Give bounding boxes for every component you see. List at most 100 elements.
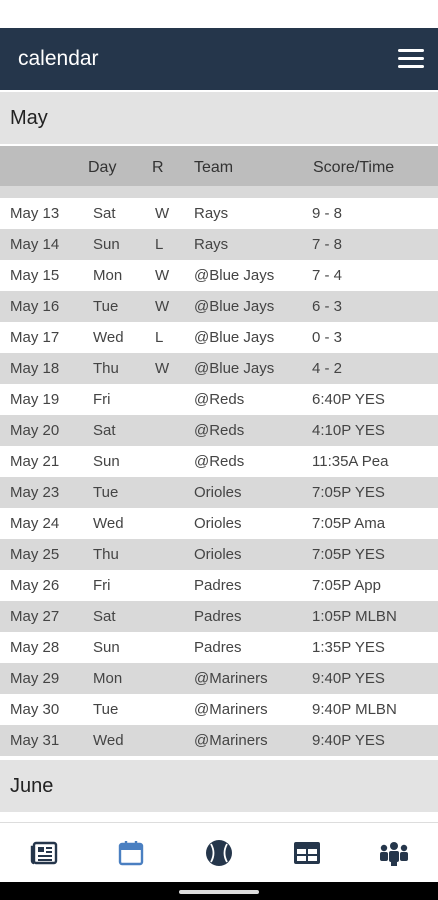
game-result: L [155, 329, 164, 346]
nav-roster[interactable] [374, 833, 414, 873]
schedule-row[interactable]: May 26 Fri Padres 7:05P App [0, 570, 438, 601]
game-score: 11:35A Pea [312, 453, 389, 470]
schedule-row[interactable]: May 29 Mon @Mariners 9:40P YES [0, 663, 438, 694]
game-date: May 16 [10, 298, 60, 315]
column-header-result: R [152, 159, 164, 176]
game-opponent: Padres [194, 608, 242, 625]
column-header-score: Score/Time [313, 159, 395, 176]
month-header-june: June [0, 760, 438, 812]
schedule-row[interactable]: May 16 Tue W @Blue Jays 6 - 3 [0, 291, 438, 322]
game-score: 7 - 8 [312, 236, 343, 253]
hamburger-menu-icon[interactable] [398, 48, 424, 70]
game-score: 4 - 2 [312, 360, 343, 377]
game-date: May 23 [10, 484, 60, 501]
schedule-row[interactable]: May 17 Wed L @Blue Jays 0 - 3 [0, 322, 438, 353]
game-date: May 29 [10, 670, 60, 687]
game-day: Thu [93, 546, 119, 563]
schedule-row[interactable]: May 18 Thu W @Blue Jays 4 - 2 [0, 353, 438, 384]
game-result: W [155, 267, 170, 284]
game-day: Fri [93, 391, 111, 408]
game-score: 4:10P YES [312, 422, 385, 439]
game-day: Wed [93, 329, 124, 346]
game-date: May 14 [10, 236, 60, 253]
game-score: 7 - 4 [312, 267, 343, 284]
column-header-team: Team [194, 159, 234, 176]
schedule-row[interactable]: May 15 Mon W @Blue Jays 7 - 4 [0, 260, 438, 291]
game-opponent: @Reds [194, 453, 245, 470]
schedule-row[interactable]: May 24 Wed Orioles 7:05P Ama [0, 508, 438, 539]
schedule-row[interactable]: May 31 Wed @Mariners 9:40P YES [0, 725, 438, 756]
partial-table-row [0, 186, 438, 198]
game-day: Thu [93, 360, 119, 377]
game-opponent: @Mariners [194, 701, 268, 718]
calendar-icon [119, 841, 144, 866]
game-opponent: @Reds [194, 391, 245, 408]
game-day: Sat [93, 205, 116, 222]
app-bar: calendar [0, 28, 438, 90]
home-indicator[interactable] [179, 890, 259, 894]
game-day: Wed [93, 515, 124, 532]
schedule-row[interactable]: May 25 Thu Orioles 7:05P YES [0, 539, 438, 570]
schedule-row[interactable]: May 28 Sun Padres 1:35P YES [0, 632, 438, 663]
schedule-row[interactable]: May 13 Sat W Rays 9 - 8 [0, 198, 438, 229]
game-score: 7:05P YES [312, 484, 385, 501]
column-header-row: Day R Team Score/Time [0, 146, 438, 186]
nav-calendar[interactable] [111, 833, 151, 873]
game-date: May 26 [10, 577, 60, 594]
game-opponent: Orioles [194, 546, 242, 563]
game-day: Tue [93, 484, 119, 501]
game-day: Sun [93, 453, 120, 470]
schedule-row[interactable]: May 30 Tue @Mariners 9:40P MLBN [0, 694, 438, 725]
game-day: Sun [93, 639, 120, 656]
column-header-day: Day [88, 159, 117, 176]
game-opponent: @Mariners [194, 670, 268, 687]
schedule-row[interactable]: May 27 Sat Padres 1:05P MLBN [0, 601, 438, 632]
schedule-row[interactable]: May 20 Sat @Reds 4:10P YES [0, 415, 438, 446]
game-score: 7:05P YES [312, 546, 385, 563]
game-day: Mon [93, 670, 123, 687]
game-opponent: Rays [194, 236, 229, 253]
game-opponent: Rays [194, 205, 229, 222]
baseball-icon [205, 840, 232, 866]
game-date: May 17 [10, 329, 60, 346]
schedule-row[interactable]: May 14 Sun L Rays 7 - 8 [0, 229, 438, 260]
game-score: 6 - 3 [312, 298, 343, 315]
schedule-row[interactable]: May 21 Sun @Reds 11:35A Pea [0, 446, 438, 477]
nav-news[interactable] [24, 833, 64, 873]
game-score: 1:35P YES [312, 639, 385, 656]
game-date: May 20 [10, 422, 60, 439]
game-day: Mon [93, 267, 123, 284]
game-date: May 13 [10, 205, 60, 222]
game-date: May 24 [10, 515, 60, 532]
game-score: 7:05P Ama [312, 515, 386, 532]
game-result: W [155, 360, 170, 377]
game-date: May 30 [10, 701, 60, 718]
game-day: Wed [93, 732, 124, 749]
game-opponent: @Reds [194, 422, 245, 439]
game-result: L [155, 236, 164, 253]
game-date: May 18 [10, 360, 60, 377]
nav-scores[interactable] [199, 833, 239, 873]
game-score: 9:40P YES [312, 670, 385, 687]
game-score: 9:40P MLBN [312, 701, 397, 718]
game-date: May 28 [10, 639, 60, 656]
game-day: Fri [93, 577, 111, 594]
game-score: 7:05P App [312, 577, 381, 594]
game-score: 9 - 8 [312, 205, 343, 222]
news-icon [30, 841, 57, 865]
table-icon [293, 842, 320, 864]
schedule-row[interactable]: May 19 Fri @Reds 6:40P YES [0, 384, 438, 415]
game-date: May 25 [10, 546, 60, 563]
game-date: May 27 [10, 608, 60, 625]
game-date: May 31 [10, 732, 60, 749]
game-result: W [155, 205, 170, 222]
nav-standings[interactable] [287, 833, 327, 873]
gesture-bar [0, 882, 438, 900]
team-icon [380, 842, 409, 866]
game-opponent: @Mariners [194, 732, 268, 749]
bottom-navigation [0, 822, 438, 883]
game-score: 1:05P MLBN [312, 608, 397, 625]
schedule-row[interactable]: May 23 Tue Orioles 7:05P YES [0, 477, 438, 508]
game-day: Sat [93, 608, 116, 625]
app-title: calendar [18, 47, 99, 70]
